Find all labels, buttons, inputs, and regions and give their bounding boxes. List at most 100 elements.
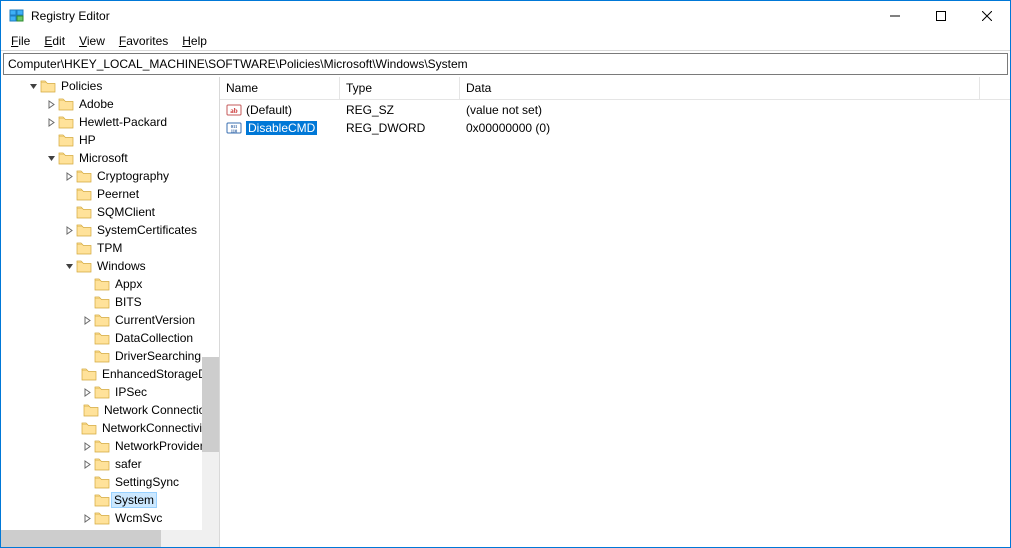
tree-node-label: safer	[114, 457, 143, 471]
expander-icon[interactable]	[63, 224, 76, 237]
column-header-data[interactable]: Data	[460, 77, 980, 99]
expander-icon[interactable]	[81, 458, 94, 471]
expander-icon	[81, 476, 94, 489]
tree-node-safer[interactable]: safer	[1, 455, 219, 473]
tree-node-hewlett-packard[interactable]: Hewlett-Packard	[1, 113, 219, 131]
expander-icon[interactable]	[63, 170, 76, 183]
value-data: (value not set)	[466, 103, 542, 117]
address-bar[interactable]: Computer\HKEY_LOCAL_MACHINE\SOFTWARE\Pol…	[3, 53, 1008, 75]
tree-node-label: CurrentVersion	[114, 313, 196, 327]
tree-node-networkconnectivitystatusindicator[interactable]: NetworkConnectivityStatusIndicator	[1, 419, 219, 437]
expander-icon[interactable]	[45, 116, 58, 129]
column-header-name[interactable]: Name	[220, 77, 340, 99]
value-name: DisableCMD	[246, 121, 317, 135]
tree-node-label: Policies	[60, 79, 103, 93]
minimize-button[interactable]	[872, 1, 918, 31]
menu-favorites[interactable]: Favorites	[113, 34, 174, 48]
tree-node-networkprovider[interactable]: NetworkProvider	[1, 437, 219, 455]
expander-icon	[81, 494, 94, 507]
tree-node-label: HP	[78, 133, 97, 147]
menu-file[interactable]: File	[5, 34, 36, 48]
value-type: REG_SZ	[346, 103, 394, 117]
tree-pane: Policies Adobe Hewlett-Packard HP Microsoft C…	[1, 77, 220, 547]
value-row[interactable]: 011110DisableCMDREG_DWORD0x00000000 (0)	[220, 119, 1010, 137]
tree-vertical-scrollbar[interactable]	[202, 357, 219, 547]
expander-icon[interactable]	[81, 440, 94, 453]
tree-node-enhancedstoragedevices[interactable]: EnhancedStorageDevices	[1, 365, 219, 383]
expander-icon[interactable]	[63, 260, 76, 273]
expander-icon[interactable]	[81, 386, 94, 399]
expander-icon[interactable]	[45, 98, 58, 111]
expander-icon	[63, 188, 76, 201]
tree-node-label: IPSec	[114, 385, 148, 399]
column-header-type[interactable]: Type	[340, 77, 460, 99]
tree-node-label: SettingSync	[114, 475, 180, 489]
menu-view[interactable]: View	[73, 34, 111, 48]
svg-text:110: 110	[231, 129, 238, 134]
menu-help[interactable]: Help	[176, 34, 213, 48]
tree-node-bits[interactable]: BITS	[1, 293, 219, 311]
value-row[interactable]: ab(Default)REG_SZ(value not set)	[220, 101, 1010, 119]
tree-node-windows[interactable]: Windows	[1, 257, 219, 275]
tree-node-label: DataCollection	[114, 331, 194, 345]
tree-node-label: System	[111, 492, 157, 508]
tree-node-label: Windows	[96, 259, 147, 273]
expander-icon[interactable]	[81, 314, 94, 327]
close-button[interactable]	[964, 1, 1010, 31]
maximize-button[interactable]	[918, 1, 964, 31]
window-title: Registry Editor	[31, 9, 872, 23]
tree-node-label: NetworkProvider	[114, 439, 205, 453]
expander-icon[interactable]	[81, 512, 94, 525]
values-list[interactable]: ab(Default)REG_SZ(value not set)011110Di…	[220, 100, 1010, 137]
tree-node-policies[interactable]: Policies	[1, 77, 219, 95]
expander-icon	[45, 134, 58, 147]
tree-node-settingsync[interactable]: SettingSync	[1, 473, 219, 491]
tree-node-wcmsvc[interactable]: WcmSvc	[1, 509, 219, 527]
tree-node-datacollection[interactable]: DataCollection	[1, 329, 219, 347]
value-data: 0x00000000 (0)	[466, 121, 550, 135]
svg-text:ab: ab	[230, 107, 238, 115]
tree-node-adobe[interactable]: Adobe	[1, 95, 219, 113]
values-header: Name Type Data	[220, 77, 1010, 100]
tree-horizontal-scrollbar[interactable]	[1, 530, 219, 547]
tree-node-microsoft[interactable]: Microsoft	[1, 149, 219, 167]
expander-icon	[81, 278, 94, 291]
tree-node-cryptography[interactable]: Cryptography	[1, 167, 219, 185]
expander-icon[interactable]	[45, 152, 58, 165]
tree-node-systemcertificates[interactable]: SystemCertificates	[1, 221, 219, 239]
titlebar[interactable]: Registry Editor	[1, 1, 1010, 31]
tree-node-system[interactable]: System	[1, 491, 219, 509]
menubar: File Edit View Favorites Help	[1, 31, 1010, 51]
app-icon	[9, 8, 25, 24]
tree-node-label: Appx	[114, 277, 143, 291]
tree-node-ipsec[interactable]: IPSec	[1, 383, 219, 401]
expander-icon[interactable]	[27, 80, 40, 93]
value-type: REG_DWORD	[346, 121, 425, 135]
tree-node-label: TPM	[96, 241, 123, 255]
tree-node-appx[interactable]: Appx	[1, 275, 219, 293]
tree-horizontal-scroll-thumb[interactable]	[1, 530, 161, 547]
registry-tree[interactable]: Policies Adobe Hewlett-Packard HP Microsoft C…	[1, 77, 219, 530]
tree-node-peernet[interactable]: Peernet	[1, 185, 219, 203]
content-area: Policies Adobe Hewlett-Packard HP Microsoft C…	[1, 77, 1010, 547]
tree-vertical-scroll-thumb[interactable]	[202, 357, 219, 452]
menu-edit[interactable]: Edit	[38, 34, 71, 48]
tree-node-network-connections[interactable]: Network Connections	[1, 401, 219, 419]
tree-node-hp[interactable]: HP	[1, 131, 219, 149]
registry-editor-window: Registry Editor File Edit View Favorites…	[0, 0, 1011, 548]
tree-node-label: DriverSearching	[114, 349, 202, 363]
tree-node-label: Cryptography	[96, 169, 170, 183]
tree-node-label: BITS	[114, 295, 143, 309]
tree-node-sqmclient[interactable]: SQMClient	[1, 203, 219, 221]
expander-icon	[63, 206, 76, 219]
expander-icon	[81, 332, 94, 345]
values-list-pane: Name Type Data ab(Default)REG_SZ(value n…	[220, 77, 1010, 547]
expander-icon	[81, 296, 94, 309]
tree-node-tpm[interactable]: TPM	[1, 239, 219, 257]
tree-node-label: Hewlett-Packard	[78, 115, 168, 129]
expander-icon	[63, 242, 76, 255]
expander-icon	[81, 350, 94, 363]
tree-node-currentversion[interactable]: CurrentVersion	[1, 311, 219, 329]
tree-node-driversearching[interactable]: DriverSearching	[1, 347, 219, 365]
tree-node-label: SystemCertificates	[96, 223, 198, 237]
